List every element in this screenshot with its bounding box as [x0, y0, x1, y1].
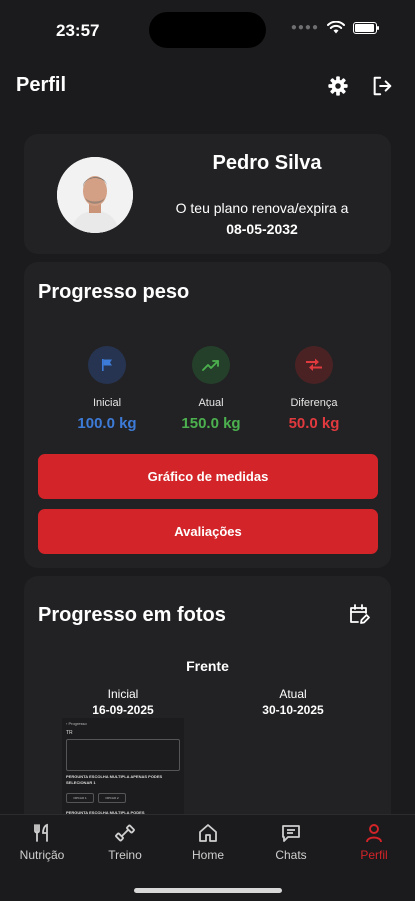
tab-profile-label: Perfil [360, 848, 388, 862]
stat-initial: Inicial 100.0 kg [52, 346, 162, 432]
compare-arrows-icon [295, 346, 333, 384]
photo-progress-card: Progresso em fotos Frente Inicial 16-09-… [24, 576, 391, 836]
thumb-option: OPCAO 1 [66, 793, 94, 803]
measures-chart-button[interactable]: Gráfico de medidas [38, 454, 378, 499]
tab-home-label: Home [191, 848, 224, 862]
home-indicator [134, 888, 282, 893]
stat-initial-value: 100.0 kg [77, 415, 137, 432]
plan-renew-date: 08-05-2032 [226, 221, 298, 237]
page-title: Perfil [16, 74, 67, 96]
status-icons: ●●●● [290, 21, 379, 34]
stat-difference: Diferença 50.0 kg [259, 346, 369, 432]
calendar-edit-icon [350, 604, 370, 624]
tab-chats-label: Chats [275, 848, 307, 862]
wifi-icon [327, 21, 345, 34]
photo-initial-thumbnail[interactable]: ‹ Progresso TR PERGUNTA ESCOLHA MULTIPLA… [62, 718, 184, 818]
tab-chats[interactable]: Chats [256, 823, 326, 862]
photo-progress-title: Progresso em fotos [38, 604, 226, 626]
weight-progress-title: Progresso peso [38, 281, 190, 303]
user-photo-icon [57, 157, 133, 233]
tab-profile[interactable]: Perfil [339, 823, 409, 862]
evaluations-button[interactable]: Avaliações [38, 509, 378, 554]
plan-renew-label: O teu plano renova/expira a [175, 200, 349, 216]
logout-icon [373, 76, 392, 96]
dumbbell-icon [115, 824, 135, 842]
stat-initial-label: Inicial [92, 397, 122, 409]
gear-icon [328, 76, 348, 96]
stat-current: Atual 150.0 kg [156, 346, 266, 432]
flag-icon [88, 346, 126, 384]
photo-face-label: Frente [186, 658, 229, 674]
calendar-edit-button[interactable] [347, 602, 371, 626]
dynamic-island [149, 12, 266, 48]
photo-current-header: Atual 30-10-2025 [218, 686, 368, 718]
tab-home[interactable]: Home [173, 823, 243, 862]
tab-nutrition[interactable]: Nutrição [7, 823, 77, 862]
stat-difference-label: Diferença [290, 397, 338, 409]
stat-difference-value: 50.0 kg [288, 415, 340, 432]
signal-icon: ●●●● [290, 22, 319, 33]
photo-initial-header: Inicial 16-09-2025 [48, 686, 198, 718]
stat-current-value: 150.0 kg [181, 415, 241, 432]
status-bar: 23:57 ●●●● [0, 0, 415, 60]
thumb-text: ‹ Progresso [66, 721, 87, 726]
photo-initial-date: 16-09-2025 [92, 703, 154, 717]
chat-icon [282, 825, 300, 842]
avatar[interactable] [57, 157, 133, 233]
thumb-text: PERGUNTA ESCOLHA MULTIPLA APENAS PODES S… [66, 774, 163, 785]
app-header: Perfil [0, 66, 415, 106]
thumb-box [66, 739, 180, 771]
battery-icon [353, 21, 379, 34]
photo-initial-label: Inicial [107, 687, 139, 701]
tab-training[interactable]: Treino [90, 823, 160, 862]
photo-current-label: Atual [279, 687, 307, 701]
tab-nutrition-label: Nutrição [19, 848, 65, 862]
photo-current-date: 30-10-2025 [262, 703, 324, 717]
logout-button[interactable] [368, 72, 396, 100]
status-time: 23:57 [56, 21, 100, 40]
thumb-text: TR [66, 730, 73, 736]
profile-card: Pedro Silva O teu plano renova/expira a … [24, 134, 391, 254]
cutlery-icon [34, 823, 48, 842]
tab-training-label: Treino [108, 848, 142, 862]
weight-progress-card: Progresso peso Inicial 100.0 kg Atual 15… [24, 262, 391, 568]
trending-up-icon [192, 346, 230, 384]
user-name: Pedro Silva [212, 152, 322, 174]
home-icon [199, 824, 217, 842]
person-icon [366, 824, 382, 843]
settings-button[interactable] [324, 72, 352, 100]
stat-current-label: Atual [198, 397, 224, 409]
thumb-option: OPCAO 2 [98, 793, 126, 803]
